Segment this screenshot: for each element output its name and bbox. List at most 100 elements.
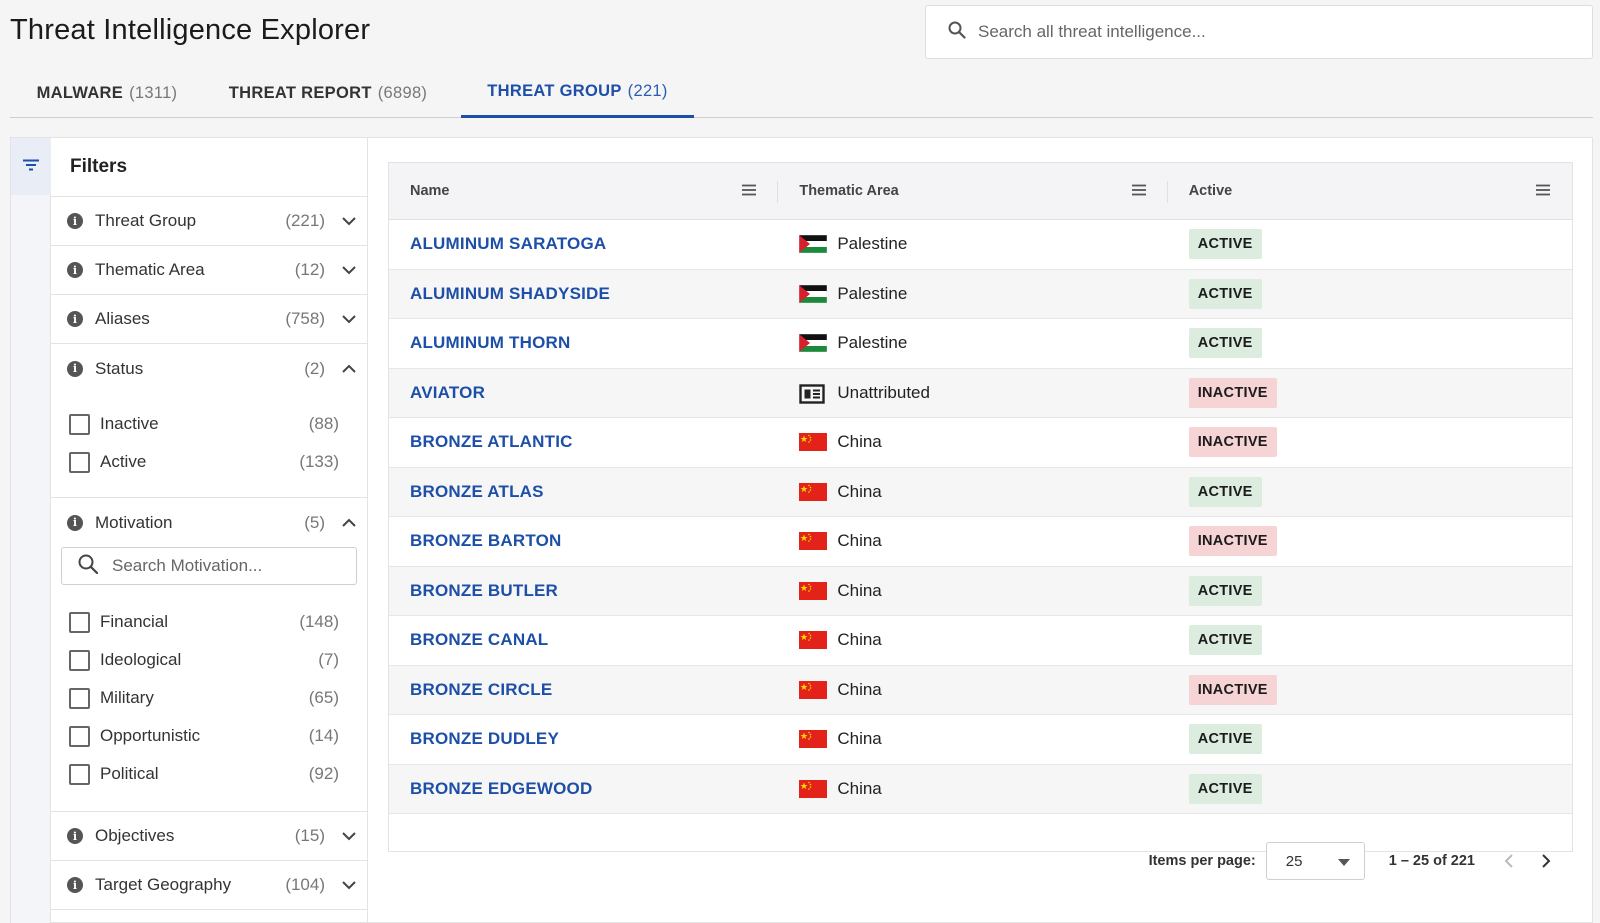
facet-count: (5) [304, 512, 325, 532]
table-row[interactable]: BRONZE BARTON China INACTIVE [389, 517, 1572, 567]
facet-objectives[interactable]: i Objectives (15) [51, 812, 367, 861]
motivation-option-opportunistic[interactable]: Opportunistic (14) [69, 717, 367, 755]
threat-group-link[interactable]: BRONZE ATLANTIC [410, 432, 573, 452]
tab-label: THREAT REPORT [228, 83, 372, 102]
table-body: ALUMINUM SARATOGA Palestine ACTIVE ALUMINUM… [389, 220, 1572, 814]
table-row[interactable]: BRONZE ATLANTIC China INACTIVE [389, 418, 1572, 468]
items-per-page-select[interactable]: 25 [1265, 842, 1365, 880]
tab-bar: MALWARE (1311) THREAT REPORT (6898) THREAT… [10, 68, 1593, 118]
threat-group-link[interactable]: AVIATOR [410, 383, 485, 403]
china-flag-icon [799, 631, 828, 650]
info-icon: i [67, 311, 83, 327]
tab-threat-group[interactable]: THREAT GROUP (221) [461, 68, 694, 118]
facet-label: Status [95, 358, 144, 378]
threat-group-link[interactable]: BRONZE EDGEWOOD [410, 779, 592, 799]
threat-group-link[interactable]: BRONZE CANAL [410, 630, 548, 650]
status-option-active[interactable]: Active (133) [69, 443, 367, 481]
threat-group-link[interactable]: BRONZE BUTLER [410, 581, 558, 601]
facet-label: Motivation [95, 512, 173, 532]
table-row[interactable]: BRONZE ATLAS China ACTIVE [389, 467, 1572, 517]
filter-rail [11, 138, 51, 923]
facet-count: (221) [285, 211, 325, 230]
column-header-name[interactable]: Name [389, 163, 779, 219]
global-search[interactable] [925, 5, 1593, 59]
facet-count: (12) [294, 260, 325, 279]
threat-group-link[interactable]: ALUMINUM THORN [410, 333, 571, 353]
column-menu-icon[interactable] [1536, 184, 1550, 198]
china-flag-icon [799, 779, 828, 798]
table-row[interactable]: ALUMINUM THORN Palestine ACTIVE [389, 319, 1572, 369]
column-label: Thematic Area [799, 183, 899, 199]
checkbox[interactable] [69, 725, 90, 747]
column-label: Name [410, 183, 450, 199]
table-row[interactable]: BRONZE CANAL China ACTIVE [389, 616, 1572, 666]
chevron-up-icon [341, 515, 357, 531]
info-icon: i [67, 213, 83, 229]
items-per-page-label: Items per page: [1148, 853, 1256, 869]
table-row[interactable]: BRONZE DUDLEY China ACTIVE [389, 715, 1572, 765]
option-count: (88) [308, 414, 339, 433]
checkbox[interactable] [69, 611, 90, 633]
search-input[interactable] [978, 22, 1538, 42]
info-icon: i [67, 514, 83, 531]
option-count: (92) [308, 764, 339, 783]
tab-malware[interactable]: MALWARE (1311) [37, 68, 177, 118]
column-menu-icon[interactable] [1131, 184, 1146, 198]
previous-page-button[interactable] [1497, 850, 1519, 872]
threat-group-link[interactable]: BRONZE BARTON [410, 531, 562, 551]
thematic-area-cell: China [778, 765, 1167, 814]
table-row[interactable]: BRONZE EDGEWOOD China ACTIVE [389, 764, 1572, 814]
thematic-area-cell: China [778, 517, 1167, 566]
status-option-inactive[interactable]: Inactive (88) [69, 405, 367, 443]
status-badge: ACTIVE [1188, 575, 1262, 606]
status-cell: ACTIVE [1168, 220, 1572, 269]
china-flag-icon [799, 482, 828, 501]
facet-label: Aliases [95, 309, 150, 328]
thematic-area-cell: China [778, 666, 1167, 715]
table-row[interactable]: ALUMINUM SARATOGA Palestine ACTIVE [389, 220, 1572, 270]
option-count: (14) [308, 726, 339, 745]
next-page-button[interactable] [1535, 850, 1557, 872]
unattributed-flag-icon [799, 384, 827, 404]
motivation-option-military[interactable]: Military (65) [69, 679, 367, 717]
filter-toggle-button[interactable] [11, 138, 51, 195]
table-row[interactable]: BRONZE BUTLER China ACTIVE [389, 566, 1572, 616]
column-menu-icon[interactable] [742, 184, 757, 198]
facet-label: Objectives [95, 826, 175, 845]
table-row[interactable]: ALUMINUM SHADYSIDE Palestine ACTIVE [389, 269, 1572, 319]
table-row[interactable]: BRONZE CIRCLE China INACTIVE [389, 665, 1572, 715]
motivation-option-ideological[interactable]: Ideological (7) [69, 641, 367, 679]
checkbox[interactable] [69, 687, 90, 709]
facet-threat-group[interactable]: i Threat Group (221) [51, 197, 367, 246]
checkbox[interactable] [69, 649, 90, 671]
facet-aliases[interactable]: i Aliases (758) [51, 295, 367, 344]
table-row[interactable]: AVIATOR Unattributed INACTIVE [389, 368, 1572, 418]
tab-threat-report[interactable]: THREAT REPORT (6898) [228, 68, 428, 118]
threat-group-link[interactable]: BRONZE CIRCLE [410, 680, 552, 700]
motivation-option-political[interactable]: Political (92) [69, 755, 367, 793]
facet-motivation[interactable]: i Motivation (5) [51, 498, 367, 547]
china-flag-icon [799, 433, 828, 452]
motivation-option-financial[interactable]: Financial (148) [69, 603, 367, 641]
name-cell: BRONZE BUTLER [389, 567, 778, 616]
threat-group-link[interactable]: BRONZE ATLAS [410, 482, 544, 502]
tab-count: (221) [627, 82, 668, 100]
option-count: (65) [308, 688, 339, 707]
threat-group-link[interactable]: ALUMINUM SARATOGA [410, 234, 606, 254]
facet-target-geography[interactable]: i Target Geography (104) [51, 861, 367, 910]
checkbox[interactable] [69, 763, 90, 785]
facet-status[interactable]: i Status (2) [51, 344, 367, 393]
column-header-thematic-area[interactable]: Thematic Area [778, 163, 1168, 219]
checkbox[interactable] [69, 451, 90, 473]
motivation-search-input[interactable] [112, 556, 332, 576]
facet-thematic-area[interactable]: i Thematic Area (12) [51, 246, 367, 295]
status-badge: INACTIVE [1188, 674, 1277, 705]
threat-group-link[interactable]: ALUMINUM SHADYSIDE [410, 284, 610, 304]
chevron-down-icon [341, 262, 357, 278]
threat-group-link[interactable]: BRONZE DUDLEY [410, 729, 559, 749]
checkbox[interactable] [69, 413, 90, 435]
option-count: (133) [299, 452, 339, 471]
column-header-active[interactable]: Active [1168, 163, 1572, 219]
status-badge: ACTIVE [1188, 229, 1262, 260]
motivation-search[interactable] [61, 547, 357, 585]
